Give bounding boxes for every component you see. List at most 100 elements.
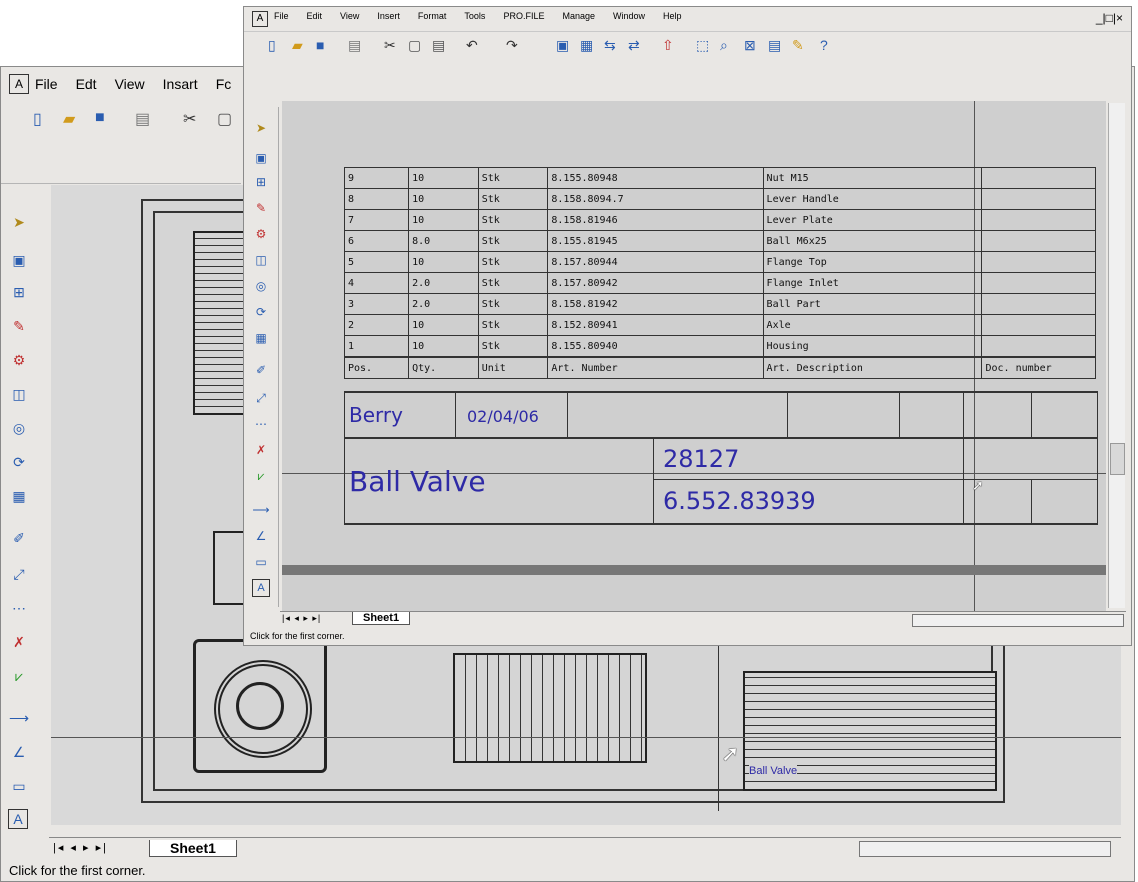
bom-cell-unit: Stk <box>477 209 549 231</box>
save-icon[interactable]: ■ <box>316 37 324 53</box>
tool-icon-7[interactable]: ◎ <box>250 275 272 297</box>
back-hscrollbar[interactable] <box>859 841 1111 857</box>
text-tool-icon[interactable]: A <box>252 579 270 597</box>
copy-icon[interactable]: ▢ <box>217 109 232 129</box>
open-icon[interactable]: ▰ <box>292 37 303 54</box>
text-tool-icon[interactable]: A <box>8 809 28 829</box>
bom-cell-unit: Stk <box>477 314 549 336</box>
menu-view[interactable]: View <box>340 11 359 21</box>
tab-nav-buttons[interactable]: |◂ ◂ ▸ ▸| <box>53 841 108 854</box>
menu-file[interactable]: File <box>35 76 58 92</box>
cut-icon[interactable]: ✂ <box>183 109 196 129</box>
tool-icon-4[interactable]: ✎ <box>8 315 30 337</box>
tool-icon-14[interactable]: ⩗ <box>8 665 30 687</box>
menu-view[interactable]: View <box>115 76 145 92</box>
tool-icon-3[interactable]: ⊞ <box>250 171 272 193</box>
tool-icon-12[interactable]: ⋯ <box>250 413 272 435</box>
menu-help[interactable]: Help <box>663 11 682 21</box>
tool-icon-7[interactable]: ◎ <box>8 417 30 439</box>
select-arrow-icon[interactable]: ➤ <box>8 211 30 233</box>
tool-icon-9[interactable]: ▦ <box>8 485 30 507</box>
tool-icon-10[interactable]: ✐ <box>8 527 30 549</box>
select-arrow-icon[interactable]: ➤ <box>250 117 272 139</box>
tool-icon-8[interactable]: ⟳ <box>250 301 272 323</box>
cut-icon[interactable]: ✂ <box>384 37 396 54</box>
print-icon[interactable]: ▤ <box>135 109 150 129</box>
tool-icon-13[interactable]: ✗ <box>8 631 30 653</box>
tool-icon-3[interactable]: ⊞ <box>8 281 30 303</box>
tool-icon-c[interactable]: ⇆ <box>604 37 616 54</box>
tool-icon-15[interactable]: ⟶ <box>250 499 272 521</box>
tool-icon-11[interactable]: ⤢ <box>8 563 30 585</box>
tool-icon-2[interactable]: ▣ <box>250 147 272 169</box>
paste-icon[interactable]: ▤ <box>432 37 445 54</box>
tab-sheet1[interactable]: Sheet1 <box>149 840 237 857</box>
tool-icon-5[interactable]: ⚙ <box>8 349 30 371</box>
undo-icon[interactable]: ↶ <box>466 37 478 54</box>
menu-profile[interactable]: PRO.FILE <box>503 11 544 21</box>
zoom-window-icon[interactable]: ⬚ <box>696 37 709 54</box>
front-vscrollbar[interactable] <box>1108 103 1125 608</box>
tool-icon-17[interactable]: ▭ <box>250 551 272 573</box>
bom-cell-qty: 10 <box>408 251 479 273</box>
copy-icon[interactable]: ▢ <box>408 37 421 54</box>
new-icon[interactable]: ▯ <box>268 37 276 54</box>
menu-format[interactable]: Fc <box>216 76 232 92</box>
title-block-col2 <box>567 393 568 437</box>
print-icon[interactable]: ▤ <box>348 37 361 54</box>
tool-icon-8[interactable]: ⟳ <box>8 451 30 473</box>
tool-icon-17[interactable]: ▭ <box>8 775 30 797</box>
tool-icon-16[interactable]: ∠ <box>8 741 30 763</box>
tool-icon-6[interactable]: ◫ <box>250 249 272 271</box>
tool-icon-6[interactable]: ◫ <box>8 383 30 405</box>
front-sheet-tabs-bar: |◂ ◂ ▸ ▸| Sheet1 <box>280 611 1126 628</box>
front-drawing-area[interactable]: 9 10 Stk 8.155.80948 Nut M15 8 10 Stk 8.158.8094… <box>282 101 1106 611</box>
help-icon[interactable]: ? <box>820 37 828 53</box>
tool-icon-9[interactable]: ▦ <box>250 327 272 349</box>
tab-nav-buttons[interactable]: |◂ ◂ ▸ ▸| <box>282 613 321 624</box>
title-block-row1-divider <box>345 437 1097 439</box>
tool-icon-e[interactable]: ⇧ <box>662 37 674 54</box>
menu-edit[interactable]: Edt <box>76 76 97 92</box>
bom-row: 9 10 Stk 8.155.80948 Nut M15 <box>343 167 1096 189</box>
front-hscrollbar[interactable] <box>912 614 1124 627</box>
zoom-all-icon[interactable]: ⊠ <box>744 37 756 54</box>
bom-cell-pos: 4 <box>343 272 410 294</box>
title-block-col5 <box>963 393 964 523</box>
tool-icon-4[interactable]: ✎ <box>250 197 272 219</box>
menu-insert[interactable]: Insert <box>377 11 400 21</box>
menu-manage[interactable]: Manage <box>562 11 595 21</box>
tool-icon-a[interactable]: ▣ <box>556 37 569 54</box>
bom-cell-doc <box>981 188 1096 210</box>
bom-cell-art: 8.155.81945 <box>547 230 764 252</box>
tab-sheet1[interactable]: Sheet1 <box>352 612 411 625</box>
menu-insert[interactable]: Insart <box>163 76 198 92</box>
open-icon[interactable]: ▰ <box>63 109 75 129</box>
window-controls[interactable]: _|□|× <box>1096 11 1123 25</box>
flange-bore <box>236 682 284 730</box>
tool-icon-16[interactable]: ∠ <box>250 525 272 547</box>
menu-window[interactable]: Window <box>613 11 645 21</box>
tool-icon-11[interactable]: ⤢ <box>250 387 272 409</box>
menu-edit[interactable]: Edit <box>307 11 323 21</box>
tool-icon-g[interactable]: ✎ <box>792 37 804 54</box>
tool-icon-d[interactable]: ⇄ <box>628 37 640 54</box>
tool-icon-15[interactable]: ⟶ <box>8 707 30 729</box>
tool-icon-14[interactable]: ⩗ <box>250 465 272 487</box>
tool-icon-b[interactable]: ▦ <box>580 37 593 54</box>
bom-cell-doc <box>981 272 1096 294</box>
new-icon[interactable]: ▯ <box>33 109 42 129</box>
tool-icon-10[interactable]: ✐ <box>250 359 272 381</box>
menu-tools[interactable]: Tools <box>464 11 485 21</box>
tool-icon-12[interactable]: ⋯ <box>8 597 30 619</box>
bom-row: 8 10 Stk 8.158.8094.7 Lever Handle <box>343 188 1096 210</box>
menu-format[interactable]: Format <box>418 11 447 21</box>
tool-icon-2[interactable]: ▣ <box>8 249 30 271</box>
zoom-icon[interactable]: ⌕ <box>720 37 728 54</box>
redo-icon[interactable]: ↷ <box>506 37 518 54</box>
tool-icon-13[interactable]: ✗ <box>250 439 272 461</box>
save-icon[interactable]: ■ <box>95 109 105 127</box>
menu-file[interactable]: File <box>274 11 289 21</box>
tool-icon-f[interactable]: ▤ <box>768 37 781 54</box>
tool-icon-5[interactable]: ⚙ <box>250 223 272 245</box>
